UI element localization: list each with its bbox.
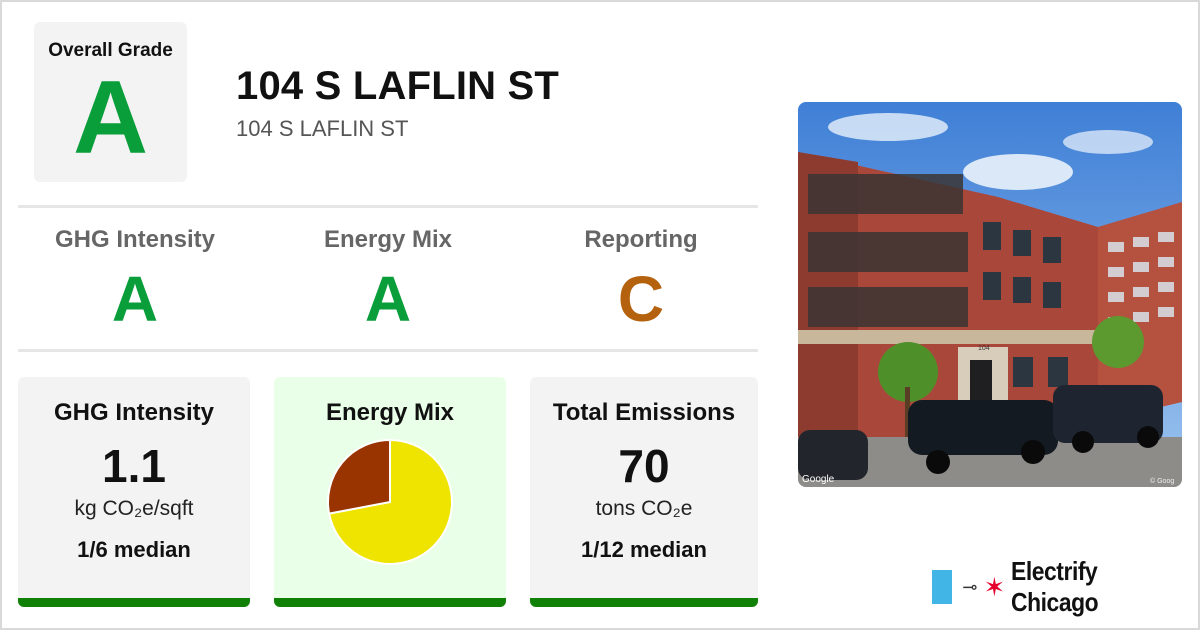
card-title: Total Emissions xyxy=(552,399,736,426)
divider-middle xyxy=(18,349,758,352)
divider-top xyxy=(18,205,758,208)
score-ghg-intensity: GHG Intensity A xyxy=(20,226,250,334)
score-label: Energy Mix xyxy=(323,226,453,253)
total-emissions-card: Total Emissions 70 tons CO₂e 1/12 median xyxy=(530,377,758,607)
card-accent-bar xyxy=(18,598,250,607)
score-energy-mix: Energy Mix A xyxy=(273,226,503,334)
svg-text:© Goog: © Goog xyxy=(1150,477,1174,485)
svg-text:Google: Google xyxy=(802,474,835,485)
card-value: 1.1 xyxy=(102,440,166,492)
pie-slice-1 xyxy=(327,438,391,515)
building-address-title: 104 S LAFLIN ST xyxy=(236,64,560,108)
card-unit: kg CO₂e/sqft xyxy=(74,497,194,520)
flag-stripe-icon xyxy=(932,570,953,604)
card-unit: tons CO₂e xyxy=(595,497,693,520)
plug-icon: ⊸ xyxy=(962,576,978,597)
electrify-chicago-brand[interactable]: ⊸ ✶ Electrify Chicago xyxy=(932,556,1200,617)
score-reporting: Reporting C xyxy=(526,226,756,334)
overall-grade-label: Overall Grade xyxy=(48,40,173,61)
card-median: 1/6 median xyxy=(77,537,191,562)
star-icon: ✶ xyxy=(983,572,1006,602)
brand-name: Electrify Chicago xyxy=(1011,556,1099,617)
card-title: GHG Intensity xyxy=(53,399,215,426)
building-street-view-photo: 104 Google © Goog xyxy=(798,102,1182,487)
score-label: Reporting xyxy=(584,226,698,253)
overall-grade-box: Overall Grade A xyxy=(34,22,187,182)
energy-mix-pie-chart xyxy=(327,438,453,565)
overall-grade-letter: A xyxy=(72,60,149,176)
card-accent-bar xyxy=(530,598,758,607)
ghg-intensity-card: GHG Intensity 1.1 kg CO₂e/sqft 1/6 media… xyxy=(18,377,250,607)
score-grade: A xyxy=(111,263,159,335)
energy-mix-card: Energy Mix xyxy=(274,377,506,607)
card-value: 70 xyxy=(618,440,670,492)
svg-text:104: 104 xyxy=(978,345,990,352)
card-accent-bar xyxy=(274,598,506,607)
building-address-subtitle: 104 S LAFLIN ST xyxy=(236,116,409,141)
card-median: 1/12 median xyxy=(581,537,707,562)
score-label: GHG Intensity xyxy=(54,226,216,253)
card-title: Energy Mix xyxy=(325,399,455,426)
score-grade: A xyxy=(364,263,412,335)
score-grade: C xyxy=(617,263,665,335)
